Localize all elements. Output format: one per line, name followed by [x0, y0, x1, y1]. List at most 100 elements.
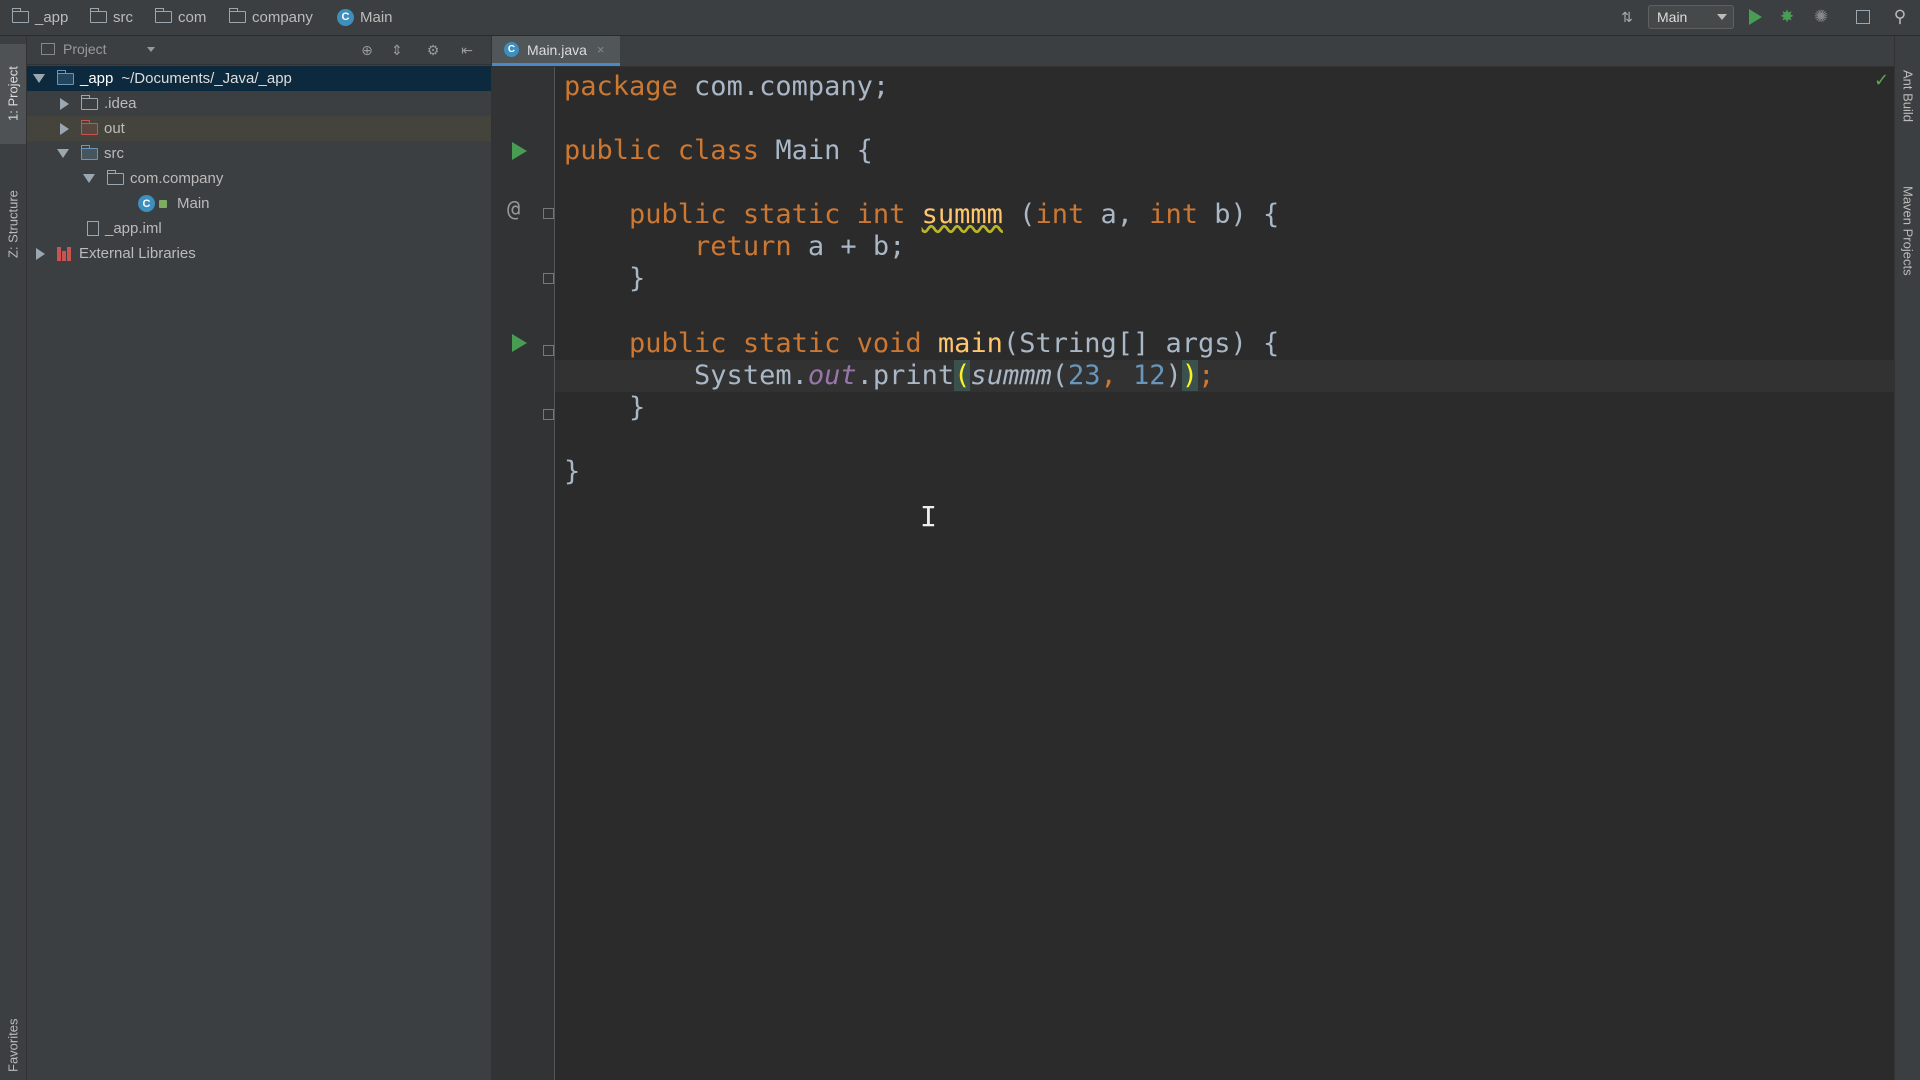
tree-item-idea[interactable]: .idea — [27, 91, 491, 116]
folder-icon — [229, 8, 246, 23]
code-text: b) { — [1198, 199, 1280, 230]
run-configuration-label: Main — [1657, 9, 1688, 25]
keyword: int — [1035, 199, 1085, 230]
project-icon — [41, 43, 55, 55]
static-field: out — [807, 360, 857, 391]
override-marker-icon[interactable]: @ — [507, 197, 520, 222]
close-icon[interactable]: × — [597, 42, 605, 57]
tab-maven-projects[interactable]: Maven Projects — [1895, 166, 1920, 296]
code-text: ( — [1051, 360, 1068, 391]
code-text: ) — [1165, 360, 1182, 391]
tab-label: 1: Project — [5, 66, 21, 122]
tab-main-java[interactable]: C Main.java × — [492, 36, 620, 66]
code-line-5: } — [564, 263, 645, 295]
keyword: public static int — [629, 199, 906, 230]
tab-favorites[interactable]: Favorites — [0, 1010, 26, 1080]
fold-icon[interactable] — [543, 409, 554, 420]
matched-brace: ) — [1181, 360, 1199, 391]
keyword: int — [1149, 199, 1199, 230]
code-text: } — [564, 263, 646, 294]
source-folder-icon — [81, 144, 98, 160]
fold-icon[interactable] — [543, 345, 554, 356]
coverage-button[interactable]: ✺ — [1810, 6, 1832, 28]
tree-item-src[interactable]: src — [27, 141, 491, 166]
tab-project[interactable]: 1: Project — [0, 44, 26, 144]
run-icon[interactable] — [512, 334, 527, 352]
check-icon: ✓ — [1874, 70, 1890, 90]
code-text: System. — [694, 360, 808, 391]
coverage-icon: ✺ — [1813, 7, 1829, 26]
library-icon — [57, 246, 73, 261]
code-line-7: System.out.print(summm(23, 12)); — [564, 360, 1214, 392]
method-name: main — [937, 328, 1003, 359]
package-icon — [107, 169, 124, 185]
tree-item-label: src — [104, 145, 124, 162]
project-view-selector[interactable]: Project — [41, 41, 155, 57]
keyword: public static void — [629, 328, 922, 359]
fold-icon[interactable] — [543, 273, 554, 284]
right-tool-stripe: Ant Build Maven Projects — [1894, 36, 1920, 1080]
chevron-down-icon — [146, 46, 155, 52]
tab-ant-build[interactable]: Ant Build — [1895, 46, 1920, 146]
code-text: } — [564, 456, 581, 487]
code-line-6: public static void main(String[] args) { — [564, 328, 1279, 360]
tab-label: Maven Projects — [1900, 186, 1916, 276]
tab-label: Favorites — [5, 1018, 21, 1072]
code-text: Main { — [759, 135, 873, 166]
collapse-all-icon[interactable]: ⇕ — [389, 42, 405, 58]
debug-button[interactable]: ✸ — [1776, 6, 1798, 28]
tab-structure[interactable]: Z: Structure — [0, 164, 26, 284]
folder-icon — [81, 94, 98, 110]
code-editor[interactable]: @ package com.company; public class Main… — [492, 67, 1894, 1080]
tree-item-main[interactable]: C Main — [27, 191, 491, 216]
code-line-9: } — [564, 456, 580, 488]
breadcrumb-app[interactable]: _app — [12, 7, 68, 27]
excluded-folder-icon — [81, 119, 98, 135]
tree-item-app[interactable]: _app ~/Documents/_Java/_app — [27, 66, 491, 91]
lock-icon — [159, 199, 167, 208]
project-structure-button[interactable] — [1852, 6, 1874, 28]
breadcrumb-main[interactable]: C Main — [337, 7, 393, 27]
chevron-right-icon — [36, 247, 45, 260]
breadcrumb-label: company — [252, 8, 313, 26]
keyword: return — [694, 231, 792, 262]
run-icon — [1748, 9, 1762, 25]
search-button[interactable]: ⚲ — [1888, 6, 1912, 28]
search-icon: ⚲ — [1893, 7, 1907, 26]
left-tool-stripe: 1: Project Z: Structure Favorites — [0, 36, 27, 1080]
tree-item-label: .idea — [104, 95, 137, 112]
code-text: , — [1100, 360, 1134, 391]
number-literal: 12 — [1133, 360, 1166, 391]
project-panel: Project ⊕ ⇕ ⚙ ⇤ _app ~/Documents/_Java/_… — [27, 36, 492, 1080]
scroll-from-source-icon[interactable]: ⊕ — [359, 42, 375, 58]
tree-item-com-company[interactable]: com.company — [27, 166, 491, 191]
breadcrumb-company[interactable]: company — [229, 7, 313, 27]
vcs-update-icon[interactable]: ⇅ — [1616, 6, 1638, 28]
breadcrumb-com[interactable]: com — [155, 7, 206, 27]
run-icon[interactable] — [512, 142, 527, 160]
fold-icon[interactable] — [543, 208, 554, 219]
chevron-down-icon — [83, 174, 95, 183]
hide-panel-icon[interactable]: ⇤ — [459, 42, 475, 58]
tree-item-label: out — [104, 120, 125, 137]
code-text: com.company; — [677, 71, 890, 102]
breadcrumb-src[interactable]: src — [90, 7, 133, 27]
gear-icon[interactable]: ⚙ — [425, 42, 441, 58]
chevron-down-icon — [33, 74, 45, 83]
tree-item-path: ~/Documents/_Java/_app — [121, 70, 292, 87]
debug-icon: ✸ — [1779, 7, 1795, 26]
code-line-3: public static int summm (int a, int b) { — [564, 199, 1279, 231]
run-button[interactable] — [1744, 6, 1766, 28]
class-icon: C — [138, 195, 155, 212]
tree-item-app-iml[interactable]: _app.iml — [27, 216, 491, 241]
chevron-right-icon — [60, 97, 69, 110]
tree-item-out[interactable]: out — [27, 116, 491, 141]
tree-item-external-libraries[interactable]: External Libraries — [27, 241, 491, 266]
breadcrumb-label: src — [113, 8, 133, 26]
run-configuration-dropdown[interactable]: Main — [1648, 5, 1734, 29]
code-line-1: package com.company; — [564, 71, 889, 103]
tab-label: Main.java — [527, 41, 587, 58]
